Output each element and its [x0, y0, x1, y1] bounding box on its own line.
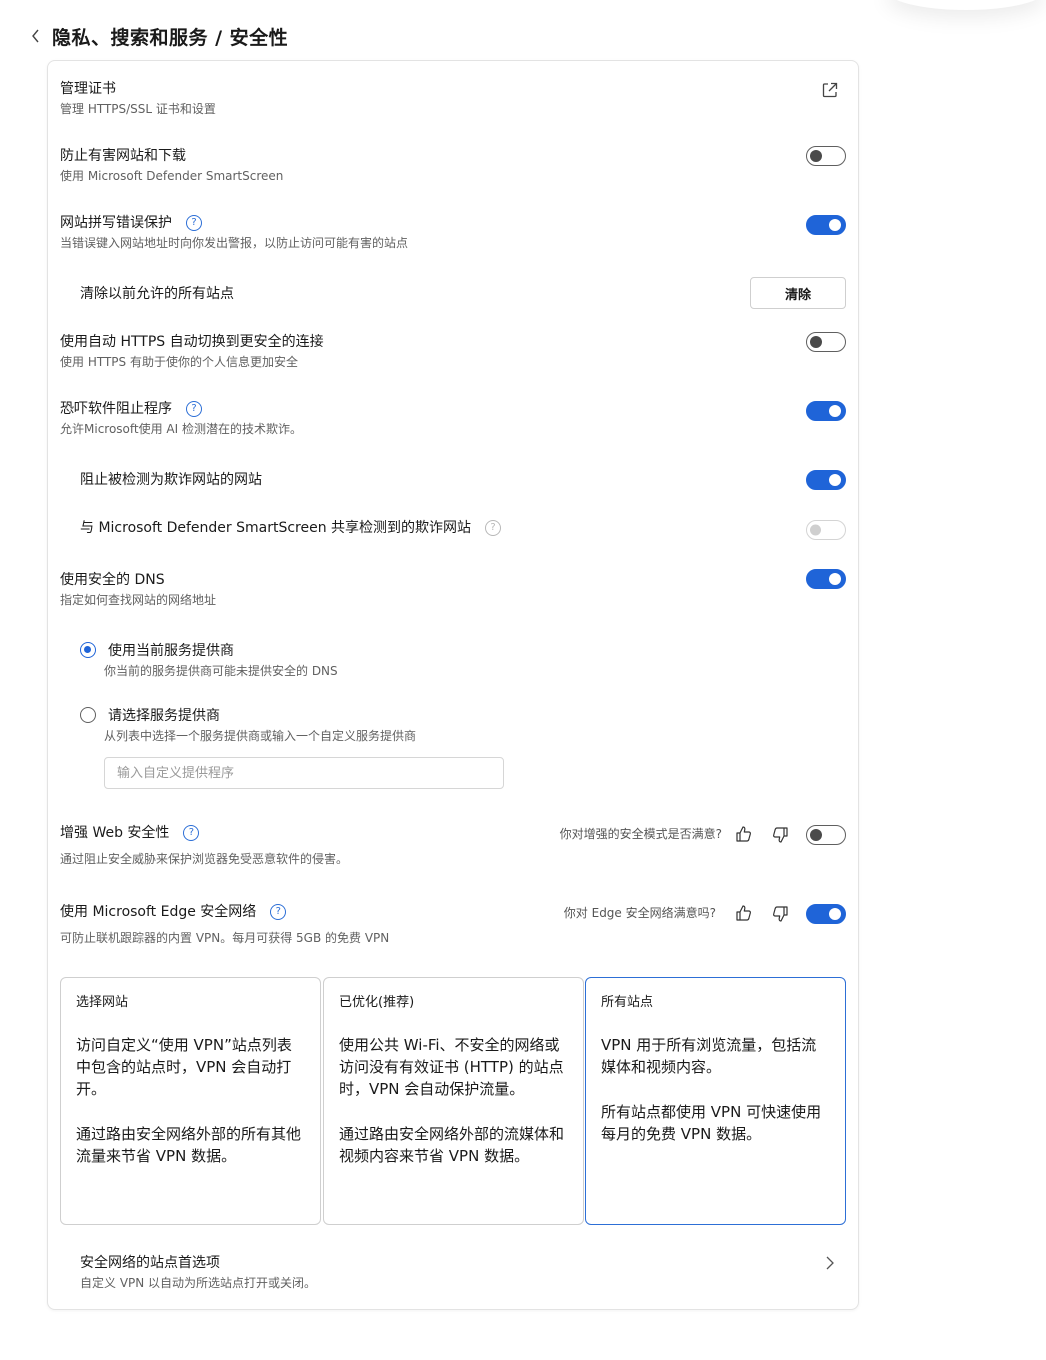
page-title: 隐私、搜索和服务 / 安全性 — [52, 26, 289, 49]
help-icon[interactable]: ? — [270, 904, 287, 920]
help-icon[interactable]: ? — [183, 825, 200, 841]
smartscreen-toggle[interactable] — [806, 146, 846, 166]
chevron-left-icon[interactable] — [26, 22, 46, 50]
custom-provider-input[interactable] — [104, 757, 504, 789]
clear-allowed-row: 清除以前允许的所有站点 清除 — [80, 277, 846, 309]
auto-https-toggle[interactable] — [806, 332, 846, 352]
vpn-option-title: 已优化(推荐) — [339, 995, 415, 1010]
manage-certs-desc: 管理 HTTPS/SSL 证书和设置 — [60, 102, 216, 116]
vpn-option-body: VPN 用于所有浏览流量，包括流媒体和视频内容。 — [601, 1036, 817, 1076]
external-link-icon[interactable] — [820, 80, 840, 100]
scareware-title-wrap: 恐吓软件阻止程序 ? — [60, 400, 846, 418]
web-security-row: 增强 Web 安全性 ? 通过阻止安全威胁来保护浏览器免受恶意软件的侵害。 你对… — [60, 824, 846, 867]
block-scam-toggle[interactable] — [806, 470, 846, 490]
help-icon[interactable]: ? — [485, 520, 502, 536]
site-prefs-desc: 自定义 VPN 以自动为所选站点打开或关闭。 — [80, 1276, 317, 1290]
dns-current-radio[interactable] — [80, 642, 96, 658]
vpn-option-body2: 通过路由安全网络外部的所有其他流量来节省 VPN 数据。 — [76, 1125, 302, 1165]
clear-allowed-title: 清除以前允许的所有站点 — [80, 286, 234, 302]
dns-choose-desc: 从列表中选择一个服务提供商或输入一个自定义服务提供商 — [104, 729, 417, 743]
security-settings-card: 管理证书 管理 HTTPS/SSL 证书和设置 防止有害网站和下载 使用 Mic… — [47, 60, 859, 1310]
block-scam-row: 阻止被检测为欺诈网站的网站 — [80, 470, 846, 490]
scareware-title: 恐吓软件阻止程序 — [60, 401, 172, 417]
thumbs-up-icon[interactable] — [734, 824, 754, 844]
typo-protection-title: 网站拼写错误保护 — [60, 215, 172, 231]
typo-protection-toggle[interactable] — [806, 215, 846, 235]
block-scam-title: 阻止被检测为欺诈网站的网站 — [80, 472, 262, 488]
site-prefs-title: 安全网络的站点首选项 — [80, 1255, 220, 1271]
typo-protection-title-wrap: 网站拼写错误保护 ? — [60, 214, 846, 232]
vpn-option-body2: 通过路由安全网络外部的流媒体和视频内容来节省 VPN 数据。 — [339, 1125, 565, 1165]
dns-current-option[interactable]: 使用当前服务提供商 你当前的服务提供商可能未提供安全的 DNS — [60, 642, 846, 679]
window-shadow — [886, 0, 1046, 10]
secure-network-desc: 可防止联机跟踪器的内置 VPN。每月可获得 5GB 的免费 VPN — [60, 931, 390, 945]
thumbs-down-icon[interactable] — [770, 825, 790, 845]
vpn-option-title: 所有站点 — [601, 995, 654, 1010]
scareware-desc: 允许Microsoft使用 AI 检测潜在的技术欺诈。 — [60, 422, 302, 436]
dns-current-text: 使用当前服务提供商 你当前的服务提供商可能未提供安全的 DNS — [104, 642, 846, 679]
vpn-option-select-sites[interactable]: 选择网站 访问自定义“使用 VPN”站点列表中包含的站点时，VPN 会自动打开。… — [60, 977, 321, 1225]
dns-choose-option[interactable]: 请选择服务提供商 从列表中选择一个服务提供商或输入一个自定义服务提供商 — [60, 707, 846, 744]
auto-https-title: 使用自动 HTTPS 自动切换到更安全的连接 — [60, 334, 324, 350]
vpn-option-body2: 所有站点都使用 VPN 可快速使用每月的免费 VPN 数据。 — [601, 1103, 822, 1143]
auto-https-desc: 使用 HTTPS 有助于使你的个人信息更加安全 — [60, 355, 298, 369]
smartscreen-desc: 使用 Microsoft Defender SmartScreen — [60, 169, 284, 183]
vpn-option-body: 访问自定义“使用 VPN”站点列表中包含的站点时，VPN 会自动打开。 — [76, 1036, 292, 1098]
secure-network-toggle[interactable] — [806, 904, 846, 924]
share-scam-row: 与 Microsoft Defender SmartScreen 共享检测到的欺… — [80, 519, 846, 540]
secure-network-feedback-question: 你对 Edge 安全网络满意吗? — [563, 906, 716, 920]
scareware-row: 恐吓软件阻止程序 ? 允许Microsoft使用 AI 检测潜在的技术欺诈。 — [60, 400, 846, 437]
secure-network-title: 使用 Microsoft Edge 安全网络 — [60, 904, 257, 920]
web-security-title-wrap: 增强 Web 安全性 ? — [60, 824, 846, 842]
share-scam-toggle — [806, 520, 846, 540]
web-security-feedback-question: 你对增强的安全模式是否满意? — [559, 827, 722, 841]
typo-protection-row: 网站拼写错误保护 ? 当错误键入网站地址时向你发出警报，以防止访问可能有害的站点 — [60, 214, 846, 251]
secure-dns-toggle[interactable] — [806, 569, 846, 589]
share-scam-title: 与 Microsoft Defender SmartScreen 共享检测到的欺… — [80, 520, 472, 536]
dns-current-desc: 你当前的服务提供商可能未提供安全的 DNS — [104, 664, 338, 678]
web-security-title: 增强 Web 安全性 — [60, 825, 170, 841]
vpn-option-body: 使用公共 Wi-Fi、不安全的网络或访问没有有效证书 (HTTP) 的站点时，V… — [339, 1036, 564, 1098]
secure-dns-title: 使用安全的 DNS — [60, 572, 165, 588]
thumbs-down-icon[interactable] — [770, 904, 790, 924]
manage-certs-row[interactable]: 管理证书 管理 HTTPS/SSL 证书和设置 — [60, 80, 846, 117]
chevron-right-icon[interactable] — [822, 1255, 838, 1271]
smartscreen-title: 防止有害网站和下载 — [60, 148, 186, 164]
dns-current-title: 使用当前服务提供商 — [108, 643, 234, 659]
help-icon[interactable]: ? — [186, 401, 202, 417]
thumbs-up-icon[interactable] — [734, 903, 754, 923]
page-header: 隐私、搜索和服务 / 安全性 — [26, 22, 288, 50]
site-prefs-row[interactable]: 安全网络的站点首选项 自定义 VPN 以自动为所选站点打开或关闭。 — [80, 1254, 858, 1291]
scareware-toggle[interactable] — [806, 401, 846, 421]
typo-protection-desc: 当错误键入网站地址时向你发出警报，以防止访问可能有害的站点 — [60, 236, 409, 250]
dns-choose-radio[interactable] — [80, 707, 96, 723]
share-scam-title-wrap: 与 Microsoft Defender SmartScreen 共享检测到的欺… — [80, 519, 846, 537]
clear-button[interactable]: 清除 — [750, 277, 846, 309]
manage-certs-title: 管理证书 — [60, 81, 116, 97]
dns-choose-text: 请选择服务提供商 从列表中选择一个服务提供商或输入一个自定义服务提供商 — [104, 707, 846, 744]
auto-https-row: 使用自动 HTTPS 自动切换到更安全的连接 使用 HTTPS 有助于使你的个人… — [60, 332, 846, 370]
smartscreen-row: 防止有害网站和下载 使用 Microsoft Defender SmartScr… — [60, 146, 846, 184]
secure-dns-desc: 指定如何查找网站的网络地址 — [60, 593, 217, 607]
secure-network-title-wrap: 使用 Microsoft Edge 安全网络 ? — [60, 903, 846, 921]
vpn-option-all-sites[interactable]: 所有站点 VPN 用于所有浏览流量，包括流媒体和视频内容。 所有站点都使用 VP… — [585, 977, 846, 1225]
web-security-desc: 通过阻止安全威胁来保护浏览器免受恶意软件的侵害。 — [60, 852, 349, 866]
web-security-toggle[interactable] — [806, 825, 846, 845]
help-icon[interactable]: ? — [186, 215, 202, 231]
secure-network-row: 使用 Microsoft Edge 安全网络 ? 可防止联机跟踪器的内置 VPN… — [60, 903, 846, 946]
vpn-option-optimized[interactable]: 已优化(推荐) 使用公共 Wi-Fi、不安全的网络或访问没有有效证书 (HTTP… — [323, 977, 584, 1225]
vpn-option-title: 选择网站 — [76, 995, 129, 1010]
dns-choose-title: 请选择服务提供商 — [108, 708, 220, 724]
secure-dns-row: 使用安全的 DNS 指定如何查找网站的网络地址 — [60, 569, 846, 608]
